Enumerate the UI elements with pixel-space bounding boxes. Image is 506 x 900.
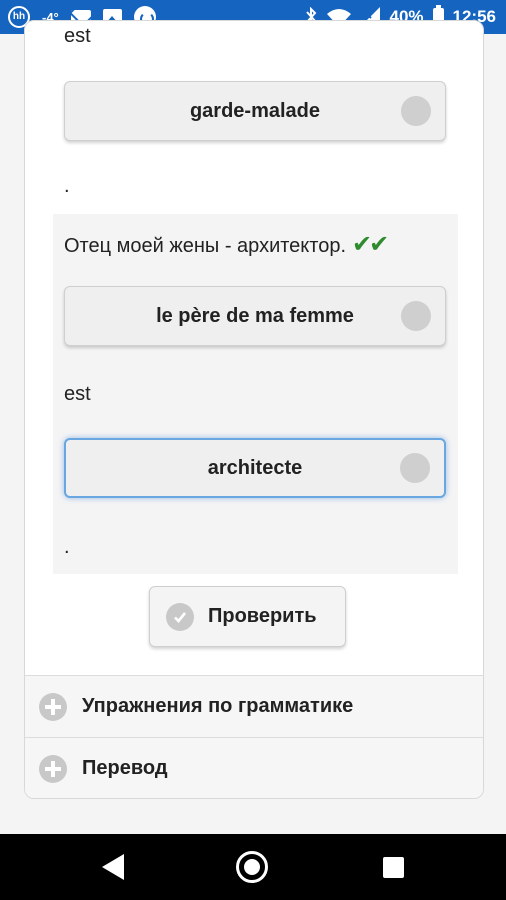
home-icon[interactable] [236, 851, 268, 883]
prev-period-text: . [64, 175, 70, 197]
double-check-icon: ✔✔ [352, 231, 389, 258]
exercise-card: est garde-malade . Отец моей жены - архи… [24, 20, 484, 799]
choice-1-button[interactable]: le père de ma femme [64, 286, 446, 346]
exercise-item [53, 214, 458, 574]
accordion-grammar-label: Упражнения по грамматике [82, 695, 354, 717]
verify-button-label: Проверить [208, 605, 317, 627]
sentence-row: Отец моей жены - архитектор. ✔✔ [64, 230, 389, 259]
choice-1-label: le père de ma femme [156, 304, 354, 327]
period-text: . [64, 536, 70, 558]
verify-button[interactable]: Проверить [149, 586, 346, 647]
between-word-text: est [64, 383, 91, 405]
radio-dot-icon [401, 96, 431, 126]
radio-dot-icon [400, 453, 430, 483]
back-icon[interactable] [102, 854, 124, 880]
choice-2-label: architecte [207, 456, 303, 479]
choice-2-button[interactable]: architecte [64, 438, 446, 498]
recent-apps-icon[interactable] [383, 857, 404, 878]
plus-icon [39, 692, 67, 721]
accordion-translation-label: Перевод [82, 757, 168, 779]
navigation-bar [0, 834, 506, 900]
prev-choice-button[interactable]: garde-malade [64, 81, 446, 141]
prev-choice-label: garde-malade [189, 99, 321, 122]
exercise-content: est garde-malade . Отец моей жены - архи… [25, 21, 483, 798]
sentence-text: Отец моей жены - архитектор. [64, 235, 347, 257]
check-circle-icon [166, 602, 194, 631]
accordion-grammar-exercises[interactable]: Упражнения по грамматике [25, 675, 483, 737]
radio-dot-icon [401, 301, 431, 331]
plus-icon [39, 754, 67, 783]
prev-word-text: est [64, 25, 91, 47]
accordion-translation[interactable]: Перевод [25, 737, 483, 798]
